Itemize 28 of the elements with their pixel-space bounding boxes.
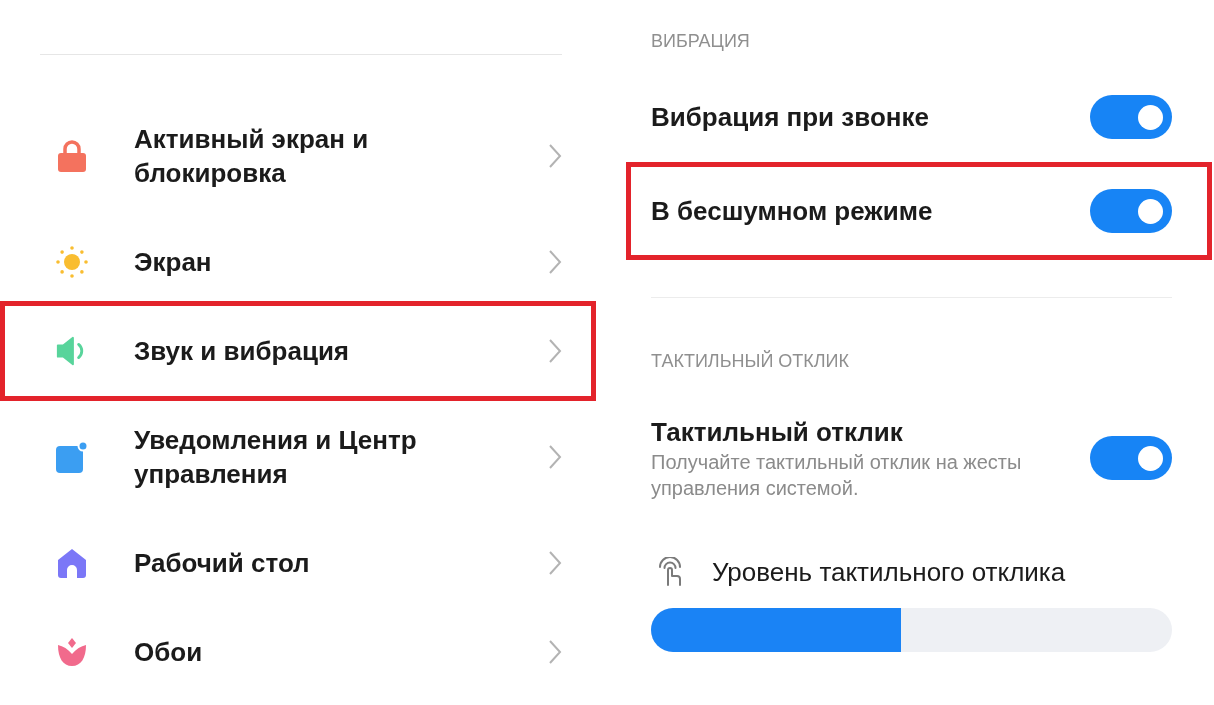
settings-item-label[interactable]: Звук и вибрация [134, 333, 350, 368]
toggle-switch[interactable] [1090, 436, 1172, 480]
slider-label: Уровень тактильного отклика [712, 556, 1066, 589]
settings-item-label[interactable]: Обои [134, 634, 203, 669]
home-icon [56, 546, 88, 579]
lock-icon [56, 138, 88, 173]
settings-item-label[interactable]: Экран [134, 244, 212, 279]
chevron-right-icon [548, 443, 562, 470]
setting-description: Получайте тактильный отклик на жесты управления системой. [651, 450, 1023, 501]
slider-track[interactable] [651, 608, 1172, 652]
sun-icon [55, 244, 89, 279]
notification-icon [55, 439, 89, 474]
settings-item-label[interactable]: Уведомления и Центр управления [134, 422, 464, 491]
setting-title: Вибрация при звонке [651, 101, 929, 134]
setting-title: В бесшумном режиме [651, 195, 933, 228]
touch-icon [657, 557, 683, 587]
settings-item-label[interactable]: Рабочий стол [134, 545, 310, 580]
settings-item-label[interactable]: Активный экран и блокировка [134, 121, 464, 190]
chevron-right-icon [548, 337, 562, 364]
chevron-right-icon [548, 638, 562, 665]
toggle-switch[interactable] [1090, 189, 1172, 233]
chevron-right-icon [548, 248, 562, 275]
chevron-right-icon [548, 142, 562, 169]
section-header: ВИБРАЦИЯ [651, 30, 751, 53]
chevron-right-icon [548, 549, 562, 576]
section-header: ТАКТИЛЬНЫЙ ОТКЛИК [651, 349, 851, 373]
toggle-switch[interactable] [1090, 95, 1172, 139]
setting-title: Тактильный отклик [651, 416, 904, 449]
